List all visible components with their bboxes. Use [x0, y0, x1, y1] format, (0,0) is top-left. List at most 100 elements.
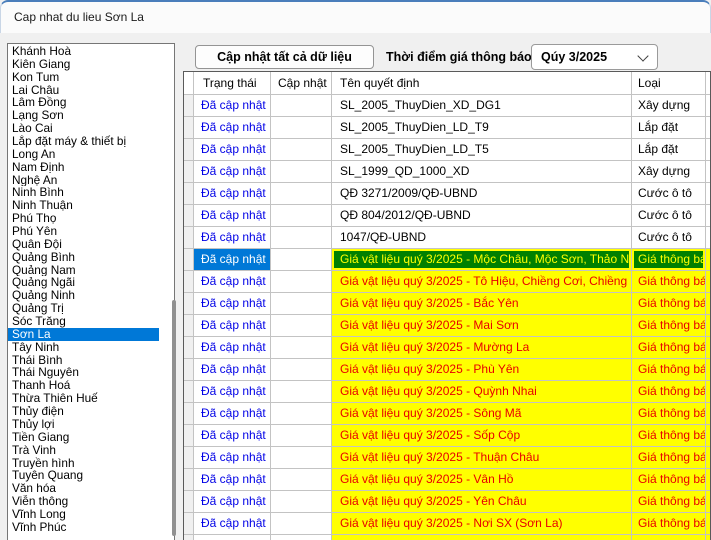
table-row[interactable]: Đã cập nhật Giá vật liệu quý 3/2025 - Tô… [184, 271, 710, 293]
list-item[interactable]: Ninh Thuận [8, 199, 159, 212]
decision-name-cell[interactable]: Giá vật liệu quý 3/2025 - Tô Hiệu, Chiền… [332, 271, 632, 293]
list-item[interactable]: Quân Đội [8, 238, 159, 251]
grid-header-status[interactable]: Trạng thái [194, 72, 271, 95]
row-header-cell[interactable] [184, 469, 194, 491]
decision-name-cell[interactable]: Giá vật liệu quý 3/2025 - Yên Châu [332, 491, 632, 513]
type-cell[interactable]: Giá thông báo [632, 513, 706, 535]
list-item[interactable]: Kon Tum [8, 71, 159, 84]
list-item[interactable]: Viễn thông [8, 495, 159, 508]
decision-name-cell[interactable]: 1047/QĐ-UBND [332, 227, 632, 249]
status-cell[interactable] [194, 535, 271, 540]
row-header-cell[interactable] [184, 227, 194, 249]
type-cell[interactable]: Giá thông báo [632, 359, 706, 381]
table-row[interactable]: Đã cập nhật Giá vật liệu quý 3/2025 - Số… [184, 425, 710, 447]
list-item[interactable]: Lắp đặt máy & thiết bị [8, 135, 159, 148]
update-cell[interactable] [271, 183, 332, 205]
list-item[interactable]: Sóc Trăng [8, 315, 159, 328]
decisions-grid[interactable]: Trạng thái Cập nhật Tên quyết định Loại … [183, 71, 711, 540]
list-item[interactable]: Ninh Bình [8, 186, 159, 199]
list-item[interactable]: Lâm Đồng [8, 96, 159, 109]
table-row[interactable]: Đã cập nhật SL_2005_ThuyDien_XD_DG1 Xây … [184, 95, 710, 117]
table-row[interactable] [184, 535, 710, 540]
list-item[interactable]: Khánh Hoà [8, 45, 159, 58]
list-item[interactable]: Truyền hình [8, 457, 159, 470]
list-item[interactable]: Thái Nguyên [8, 366, 159, 379]
status-cell[interactable]: Đã cập nhật [194, 381, 271, 403]
decision-name-cell[interactable]: QĐ 3271/2009/QĐ-UBND [332, 183, 632, 205]
list-item[interactable]: Vĩnh Long [8, 508, 159, 521]
table-row[interactable]: Đã cập nhật QĐ 3271/2009/QĐ-UBND Cước ô … [184, 183, 710, 205]
list-item[interactable]: Sơn La [8, 328, 159, 341]
row-header-cell[interactable] [184, 117, 194, 139]
status-cell[interactable]: Đã cập nhật [194, 117, 271, 139]
list-item[interactable]: Thủy điện [8, 405, 159, 418]
decision-name-cell[interactable]: Giá vật liệu quý 3/2025 - Phù Yên [332, 359, 632, 381]
type-cell[interactable]: Giá thông báo [632, 337, 706, 359]
type-cell[interactable]: Giá thông báo [632, 381, 706, 403]
table-row[interactable]: Đã cập nhật SL_2005_ThuyDien_LD_T9 Lắp đ… [184, 117, 710, 139]
list-item[interactable]: Tiền Giang [8, 431, 159, 444]
type-cell[interactable]: Giá thông báo [632, 425, 706, 447]
decision-name-cell[interactable]: Giá vật liệu quý 3/2025 - Mường La [332, 337, 632, 359]
province-list-scrollbar-thumb[interactable] [172, 300, 176, 536]
row-header-cell[interactable] [184, 491, 194, 513]
list-item[interactable]: Thanh Hoá [8, 379, 159, 392]
row-header-cell[interactable] [184, 139, 194, 161]
row-header-cell[interactable] [184, 447, 194, 469]
row-header-cell[interactable] [184, 293, 194, 315]
type-cell[interactable] [632, 535, 706, 540]
table-row[interactable]: Đã cập nhật Giá vật liệu quý 3/2025 - Nơ… [184, 513, 710, 535]
update-cell[interactable] [271, 227, 332, 249]
table-row[interactable]: Đã cập nhật Giá vật liệu quý 3/2025 - Bắ… [184, 293, 710, 315]
list-item[interactable]: Nghệ An [8, 174, 159, 187]
list-item[interactable]: Nam Định [8, 161, 159, 174]
decision-name-cell[interactable]: Giá vật liệu quý 3/2025 - Sốp Cộp [332, 425, 632, 447]
row-header-cell[interactable] [184, 315, 194, 337]
update-cell[interactable] [271, 513, 332, 535]
list-item[interactable]: Quảng Ngãi [8, 276, 159, 289]
decision-name-cell[interactable]: Giá vật liệu quý 3/2025 - Vân Hồ [332, 469, 632, 491]
type-cell[interactable]: Lắp đặt [632, 139, 706, 161]
list-item[interactable]: Trà Vinh [8, 444, 159, 457]
status-cell[interactable]: Đã cập nhật [194, 359, 271, 381]
update-cell[interactable] [271, 469, 332, 491]
status-cell[interactable]: Đã cập nhật [194, 447, 271, 469]
status-cell[interactable]: Đã cập nhật [194, 183, 271, 205]
type-cell[interactable]: Xây dựng [632, 161, 706, 183]
update-cell[interactable] [271, 205, 332, 227]
list-item[interactable]: Kiên Giang [8, 58, 159, 71]
status-cell[interactable]: Đã cập nhật [194, 271, 271, 293]
type-cell[interactable]: Giá thông báo [632, 315, 706, 337]
status-cell[interactable]: Đã cập nhật [194, 337, 271, 359]
table-row[interactable]: Đã cập nhật Giá vật liệu quý 3/2025 - Mộ… [184, 249, 710, 271]
row-header-cell[interactable] [184, 381, 194, 403]
row-header-cell[interactable] [184, 271, 194, 293]
decision-name-cell[interactable]: SL_2005_ThuyDien_XD_DG1 [332, 95, 632, 117]
type-cell[interactable]: Giá thông báo [632, 447, 706, 469]
decision-name-cell[interactable]: QĐ 804/2012/QĐ-UBND [332, 205, 632, 227]
list-item[interactable]: Quảng Bình [8, 251, 159, 264]
list-item[interactable]: Long An [8, 148, 159, 161]
update-cell[interactable] [271, 425, 332, 447]
row-header-cell[interactable] [184, 161, 194, 183]
status-cell[interactable]: Đã cập nhật [194, 249, 271, 271]
list-item[interactable]: Quảng Trị [8, 302, 159, 315]
type-cell[interactable]: Giá thông báo [632, 469, 706, 491]
decision-name-cell[interactable]: Giá vật liệu quý 3/2025 - Quỳnh Nhai [332, 381, 632, 403]
list-item[interactable]: Thừa Thiên Huế [8, 392, 159, 405]
update-cell[interactable] [271, 381, 332, 403]
status-cell[interactable]: Đã cập nhật [194, 95, 271, 117]
table-row[interactable]: Đã cập nhật Giá vật liệu quý 3/2025 - Qu… [184, 381, 710, 403]
update-cell[interactable] [271, 139, 332, 161]
list-item[interactable]: Vĩnh Phúc [8, 521, 159, 534]
update-cell[interactable] [271, 117, 332, 139]
table-row[interactable]: Đã cập nhật Giá vật liệu quý 3/2025 - Vâ… [184, 469, 710, 491]
status-cell[interactable]: Đã cập nhật [194, 315, 271, 337]
row-header-cell[interactable] [184, 95, 194, 117]
row-header-cell[interactable] [184, 403, 194, 425]
type-cell[interactable]: Giá thông báo [632, 293, 706, 315]
table-row[interactable]: Đã cập nhật SL_1999_QD_1000_XD Xây dựng [184, 161, 710, 183]
decision-name-cell[interactable]: Giá vật liệu quý 3/2025 - Mai Sơn [332, 315, 632, 337]
list-item[interactable]: Quảng Nam [8, 264, 159, 277]
status-cell[interactable]: Đã cập nhật [194, 293, 271, 315]
